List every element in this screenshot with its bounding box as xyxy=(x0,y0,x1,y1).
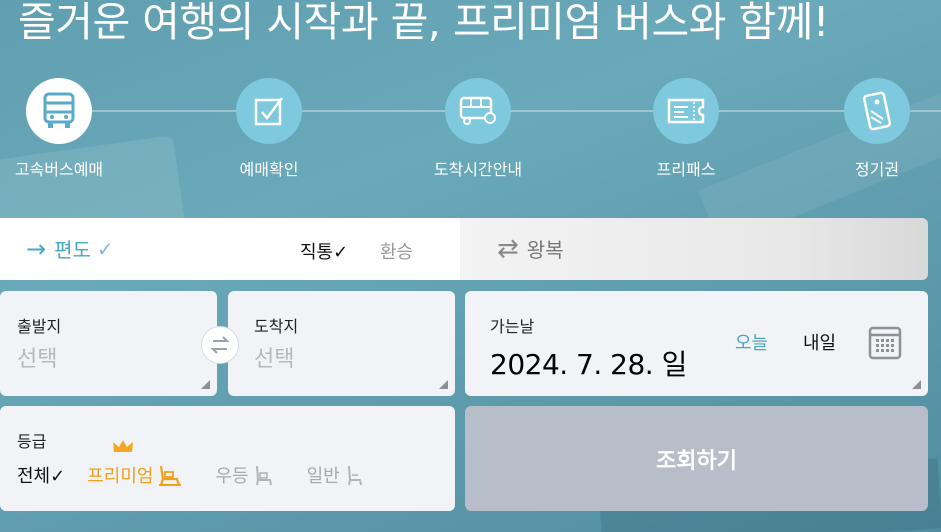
menu-item-season-pass[interactable]: 정기권 xyxy=(812,78,941,180)
arrow-right-icon: → xyxy=(26,234,47,263)
grade-excellent-option[interactable]: 우등 xyxy=(215,462,274,488)
arrival-label: 도착지 xyxy=(254,317,299,336)
departure-label: 출발지 xyxy=(17,317,62,336)
check-icon: ✓ xyxy=(96,236,114,261)
oneway-tab[interactable]: → 편도 ✓ xyxy=(26,234,114,263)
grade-normal-option[interactable]: 일반 xyxy=(307,462,366,488)
bus-icon xyxy=(26,78,92,144)
search-button[interactable]: 조회하기 xyxy=(465,406,928,511)
bus-clock-icon xyxy=(445,78,511,144)
departure-field[interactable]: 출발지 선택 xyxy=(0,291,217,396)
oneway-panel: → 편도 ✓ 직통✓ 환승 xyxy=(0,218,460,280)
corner-triangle-icon xyxy=(201,380,210,389)
arrival-field[interactable]: 도착지 선택 xyxy=(228,291,455,396)
roundtrip-content: ⇄ 왕복 xyxy=(497,234,564,263)
swap-arrows-icon: ⇄ xyxy=(497,233,519,264)
menu-item-express-booking[interactable]: 고속버스예매 xyxy=(0,78,124,180)
swap-locations-button[interactable] xyxy=(201,326,239,364)
today-button[interactable]: 오늘 xyxy=(735,329,768,355)
arrival-placeholder: 선택 xyxy=(254,347,295,372)
headline: 즐거운 여행의 시작과 끝, 프리미엄 버스와 함께! xyxy=(18,0,829,46)
roundtrip-label: 왕복 xyxy=(526,238,564,262)
menu-label: 고속버스예매 xyxy=(14,160,104,179)
grade-excellent-label: 우등 xyxy=(215,466,249,487)
oneway-label: 편도 xyxy=(54,238,91,262)
premium-seat-icon xyxy=(159,465,182,486)
crown-icon xyxy=(113,440,134,452)
ticket-icon xyxy=(653,78,719,144)
transfer-option[interactable]: 환승 xyxy=(380,238,413,264)
menu-label: 정기권 xyxy=(854,160,900,179)
grade-premium-label: 프리미엄 xyxy=(87,466,154,487)
date-label: 가는날 xyxy=(490,317,535,336)
grade-field: 등급 전체✓ 프리미엄 우등 일반 xyxy=(0,406,455,511)
menu-item-booking-check[interactable]: 예매확인 xyxy=(204,78,334,180)
grade-all-option[interactable]: 전체✓ xyxy=(17,462,65,488)
pass-card-icon xyxy=(844,78,910,144)
grade-options: 전체✓ 프리미엄 우등 일반 xyxy=(17,440,366,488)
menu-label: 예매확인 xyxy=(239,160,299,179)
menu-item-arrival-time[interactable]: 도착시간안내 xyxy=(413,78,543,180)
date-value: 2024. 7. 28. 일 xyxy=(490,348,687,381)
swap-icon xyxy=(210,336,230,354)
direct-option[interactable]: 직통✓ xyxy=(300,238,348,264)
checkbox-icon xyxy=(236,78,302,144)
grade-all-label: 전체 xyxy=(17,466,51,487)
calendar-icon[interactable] xyxy=(868,326,902,364)
tomorrow-button[interactable]: 내일 xyxy=(803,329,836,355)
normal-seat-icon xyxy=(347,465,362,486)
roundtrip-tab[interactable]: ⇄ 왕복 xyxy=(460,218,928,280)
grade-premium-option[interactable]: 프리미엄 xyxy=(87,440,183,488)
grade-label: 등급 xyxy=(17,432,47,451)
menu-item-free-pass[interactable]: 프리패스 xyxy=(621,78,751,180)
date-field[interactable]: 가는날 2024. 7. 28. 일 오늘 내일 xyxy=(465,291,928,396)
menu-label: 도착시간안내 xyxy=(433,160,523,179)
corner-triangle-icon xyxy=(439,380,448,389)
departure-placeholder: 선택 xyxy=(17,347,58,372)
check-icon: ✓ xyxy=(50,466,66,487)
menu-label: 프리패스 xyxy=(656,160,716,179)
grade-normal-label: 일반 xyxy=(306,466,340,487)
corner-triangle-icon xyxy=(912,380,921,389)
trip-type-bar: → 편도 ✓ 직통✓ 환승 ⇄ 왕복 xyxy=(0,218,928,280)
excellent-seat-icon xyxy=(255,465,272,486)
